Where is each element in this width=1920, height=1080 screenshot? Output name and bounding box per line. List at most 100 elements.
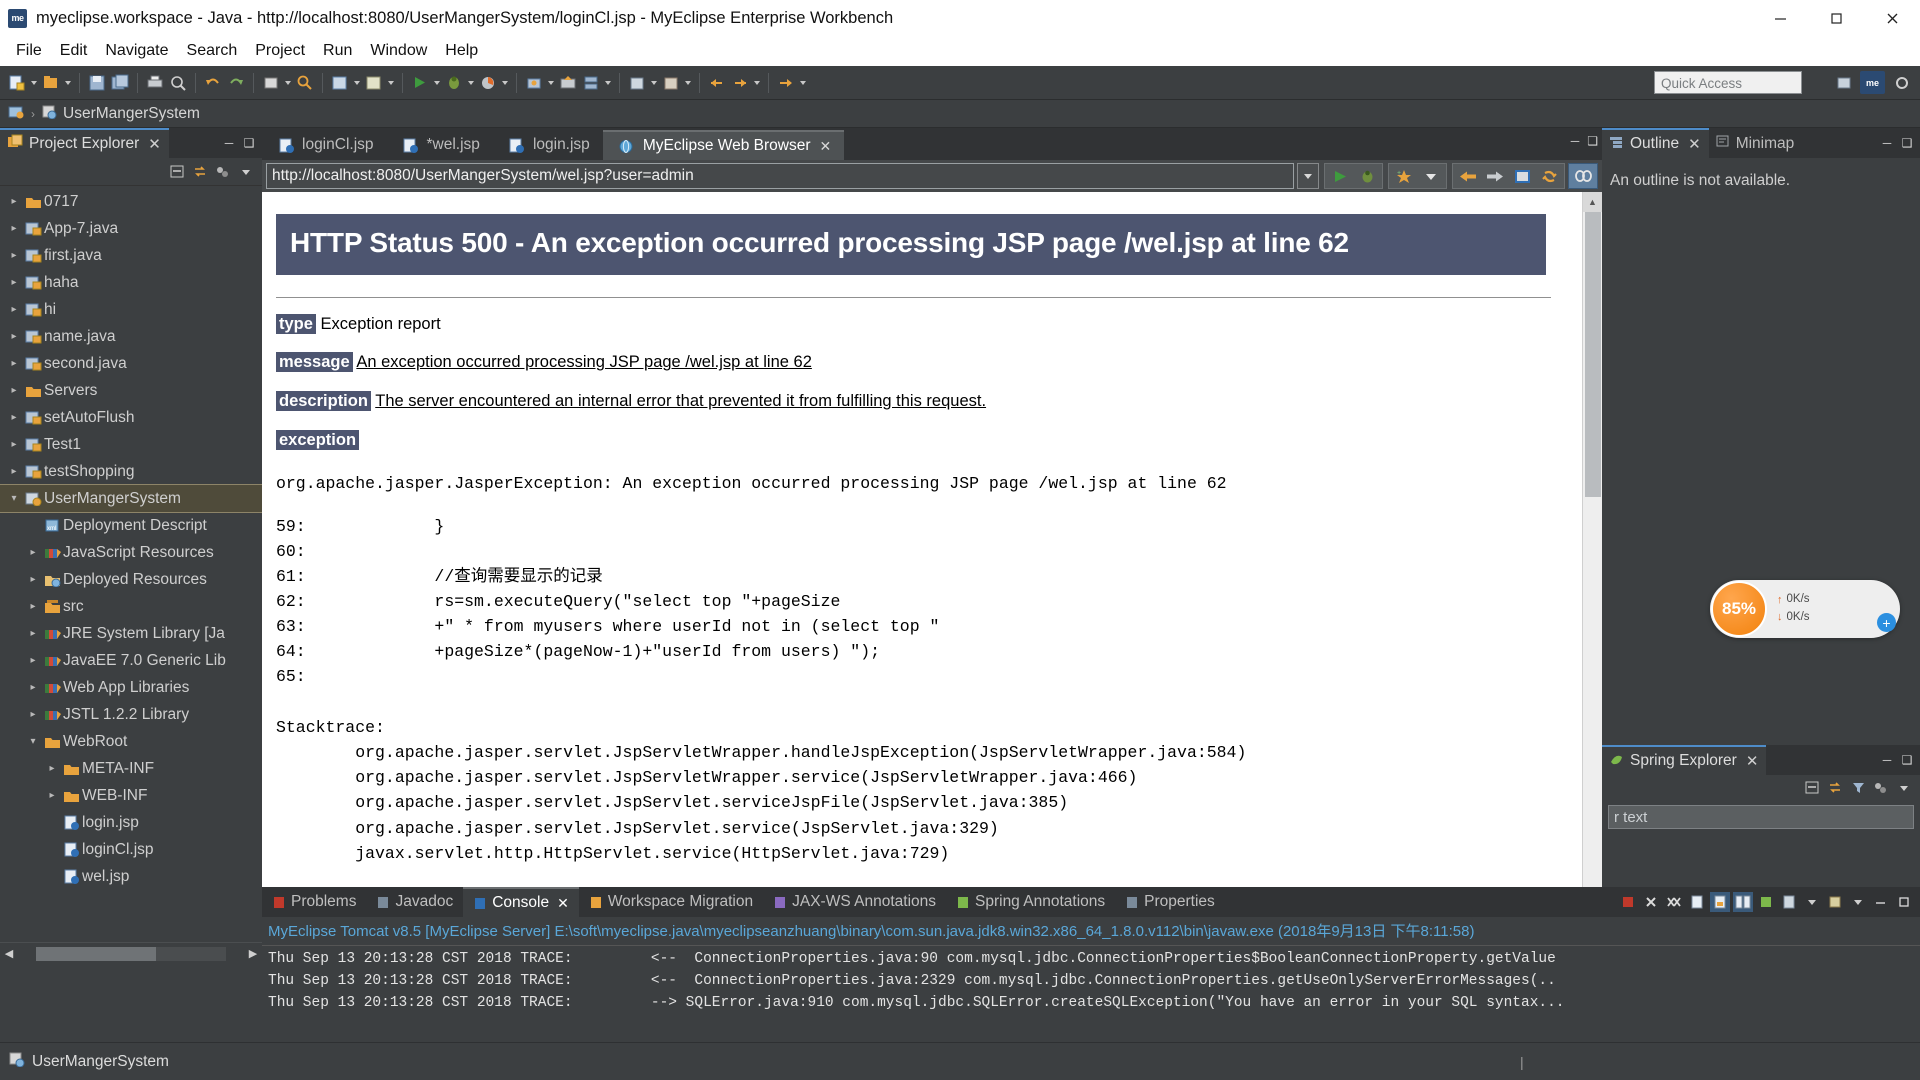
run-icon[interactable] bbox=[409, 72, 431, 94]
view-menu-icon[interactable] bbox=[213, 163, 233, 181]
expand-widget-button[interactable]: + bbox=[1877, 613, 1896, 632]
forward-history-icon[interactable] bbox=[775, 72, 797, 94]
expand-arrow-icon-closed[interactable] bbox=[6, 358, 22, 369]
remove-launch-icon[interactable] bbox=[1641, 892, 1661, 912]
close-icon[interactable]: ✕ bbox=[1688, 135, 1701, 153]
perspective-button-other[interactable] bbox=[1889, 71, 1914, 94]
expand-arrow-icon-closed[interactable] bbox=[6, 304, 22, 315]
chevron-down-icon[interactable] bbox=[1418, 165, 1444, 187]
hscroll-track[interactable] bbox=[36, 946, 226, 961]
maximize-icon[interactable]: ❑ bbox=[1900, 753, 1914, 767]
debug-dropdown-icon[interactable] bbox=[466, 72, 476, 94]
expand-arrow-icon-closed[interactable] bbox=[25, 547, 41, 558]
run-icon[interactable] bbox=[1327, 165, 1353, 187]
console-output[interactable]: Thu Sep 13 20:13:28 CST 2018 TRACE: <-- … bbox=[262, 946, 1920, 1017]
link-with-editor-icon[interactable] bbox=[1825, 779, 1845, 797]
tree-item-hi[interactable]: hi bbox=[0, 296, 262, 323]
tree-item-logincl-jsp[interactable]: loginCl.jsp bbox=[0, 836, 262, 863]
menu-run[interactable]: Run bbox=[314, 40, 361, 62]
open-type-icon[interactable] bbox=[329, 72, 351, 94]
new-folder-icon[interactable] bbox=[40, 72, 62, 94]
menu-navigate[interactable]: Navigate bbox=[96, 40, 177, 62]
scroll-right-icon[interactable]: ▶ bbox=[244, 947, 262, 960]
expand-arrow-icon-closed[interactable] bbox=[25, 655, 41, 666]
view-menu-icon[interactable] bbox=[1871, 779, 1891, 797]
menu-window[interactable]: Window bbox=[361, 40, 436, 62]
perspective-java-icon[interactable] bbox=[626, 72, 648, 94]
tree-item-servers[interactable]: Servers bbox=[0, 377, 262, 404]
menu-search[interactable]: Search bbox=[178, 40, 247, 62]
deploy-icon[interactable] bbox=[557, 72, 579, 94]
expand-arrow-icon-closed[interactable] bbox=[25, 628, 41, 639]
debug-icon[interactable] bbox=[443, 72, 465, 94]
expand-arrow-icon-closed[interactable] bbox=[6, 439, 22, 450]
tree-item-javascript-resources[interactable]: JavaScript Resources bbox=[0, 539, 262, 566]
expand-arrow-icon-closed[interactable] bbox=[25, 601, 41, 612]
back-icon[interactable] bbox=[1455, 165, 1481, 187]
console-tab-properties[interactable]: Properties bbox=[1115, 887, 1225, 917]
pin-console-icon[interactable] bbox=[1733, 892, 1753, 912]
tree-item-test1[interactable]: Test1 bbox=[0, 431, 262, 458]
expand-arrow-icon-closed[interactable] bbox=[6, 466, 22, 477]
expand-arrow-icon-closed[interactable] bbox=[44, 790, 60, 801]
tab-minimap[interactable]: Minimap bbox=[1708, 128, 1803, 158]
stop-icon[interactable] bbox=[1509, 165, 1535, 187]
expand-arrow-icon-closed[interactable] bbox=[6, 277, 22, 288]
expand-arrow-icon-closed[interactable] bbox=[44, 763, 60, 774]
expand-arrow-icon-open[interactable] bbox=[6, 493, 22, 504]
console-tab-problems[interactable]: Problems bbox=[262, 887, 366, 917]
expand-arrow-icon-closed[interactable] bbox=[6, 196, 22, 207]
tree-item-web-app-libraries[interactable]: Web App Libraries bbox=[0, 674, 262, 701]
tree-item-app-7-java[interactable]: App-7.java bbox=[0, 215, 262, 242]
tree-item-haha[interactable]: haha bbox=[0, 269, 262, 296]
redo-icon[interactable] bbox=[225, 72, 247, 94]
breadcrumb-root-icon[interactable] bbox=[8, 104, 25, 124]
expand-arrow-icon-closed[interactable] bbox=[6, 385, 22, 396]
console-tab-workspace-migration[interactable]: Workspace Migration bbox=[579, 887, 763, 917]
tree-item-usermangersystem[interactable]: UserMangerSystem bbox=[0, 484, 262, 513]
new-folder-dropdown-icon[interactable] bbox=[63, 72, 73, 94]
annotation-dropdown-icon[interactable] bbox=[752, 72, 762, 94]
external-tools-icon[interactable] bbox=[523, 72, 545, 94]
save-all-icon[interactable] bbox=[109, 72, 131, 94]
open-resource-icon[interactable] bbox=[363, 72, 385, 94]
close-button[interactable] bbox=[1864, 0, 1920, 36]
clear-console-icon[interactable] bbox=[1687, 892, 1707, 912]
close-icon[interactable]: ✕ bbox=[820, 138, 832, 155]
view-dropdown-icon[interactable] bbox=[1894, 779, 1914, 797]
maximize-icon[interactable]: ❑ bbox=[1587, 134, 1598, 148]
tree-item-wel-jsp[interactable]: wel.jsp bbox=[0, 863, 262, 890]
editor-tab-logincl-jsp[interactable]: loginCl.jsp bbox=[262, 130, 387, 160]
tree-item-meta-inf[interactable]: META-INF bbox=[0, 755, 262, 782]
project-tree[interactable]: 0717 App-7.java first.java haha hi name.java s… bbox=[0, 186, 262, 942]
editor-tab-wel-jsp[interactable]: *wel.jsp bbox=[387, 130, 493, 160]
close-icon[interactable]: ✕ bbox=[1746, 752, 1759, 770]
refresh-icon[interactable] bbox=[1536, 165, 1562, 187]
debug-icon[interactable] bbox=[1354, 165, 1380, 187]
expand-arrow-icon-closed[interactable] bbox=[6, 412, 22, 423]
tree-item-0717[interactable]: 0717 bbox=[0, 188, 262, 215]
menu-file[interactable]: File bbox=[7, 40, 51, 62]
chevron-down-icon[interactable] bbox=[1802, 892, 1822, 912]
minimize-icon[interactable]: ─ bbox=[1880, 753, 1894, 767]
tree-item-src[interactable]: src bbox=[0, 593, 262, 620]
minimize-icon[interactable] bbox=[1871, 892, 1891, 912]
tree-item-jstl-1-2-2-library[interactable]: JSTL 1.2.2 Library bbox=[0, 701, 262, 728]
open-perspective-icon[interactable] bbox=[660, 72, 682, 94]
save-icon[interactable] bbox=[86, 72, 108, 94]
build-dropdown-icon[interactable] bbox=[283, 72, 293, 94]
link-with-editor-icon[interactable] bbox=[190, 163, 210, 181]
forward-icon[interactable] bbox=[1482, 165, 1508, 187]
link-icon[interactable] bbox=[1568, 163, 1598, 189]
forward-history-dropdown-icon[interactable] bbox=[798, 72, 808, 94]
menu-edit[interactable]: Edit bbox=[51, 40, 97, 62]
view-dropdown-icon[interactable] bbox=[236, 163, 256, 181]
perspective-dropdown-icon[interactable] bbox=[649, 72, 659, 94]
tree-item-first-java[interactable]: first.java bbox=[0, 242, 262, 269]
tree-item-name-java[interactable]: name.java bbox=[0, 323, 262, 350]
new-wizard-dropdown-icon[interactable] bbox=[29, 72, 39, 94]
expand-arrow-icon-closed[interactable] bbox=[25, 574, 41, 585]
undo-icon[interactable] bbox=[202, 72, 224, 94]
minimize-icon[interactable]: ─ bbox=[1571, 134, 1580, 148]
console-tab-jax-ws-annotations[interactable]: JAX-WS Annotations bbox=[763, 887, 946, 917]
